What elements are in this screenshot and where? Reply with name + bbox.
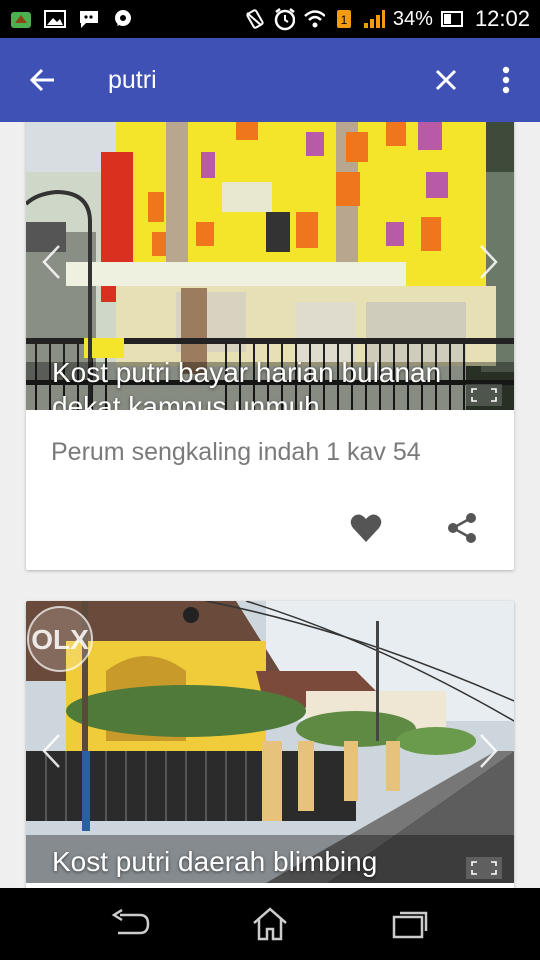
signal-icon <box>363 9 385 29</box>
close-icon <box>435 69 457 91</box>
listing-photo[interactable]: OLX Kost putri daerah blimbing <box>26 601 514 883</box>
chevron-right-icon <box>480 734 498 768</box>
alarm-icon <box>273 8 295 31</box>
recent-apps-icon <box>392 911 428 939</box>
listing-title-line-2: dekat kampus unmuh <box>52 391 320 410</box>
listing-title: Kost putri daerah blimbing <box>52 845 377 879</box>
listing-title-line-1: Kost putri bayar harian bulanan <box>52 357 442 388</box>
svg-text:1: 1 <box>341 13 348 27</box>
chevron-left-icon <box>42 245 60 279</box>
listing-actions <box>344 506 484 550</box>
previous-photo-button[interactable] <box>36 242 66 282</box>
olx-watermark: OLX <box>31 624 89 655</box>
listing-title: Kost putri bayar harian bulanan dekat ka… <box>52 356 441 410</box>
notification-icon <box>10 9 32 29</box>
mute-icon <box>243 9 265 29</box>
overflow-menu-button[interactable] <box>476 38 536 122</box>
chat-icon <box>112 9 134 29</box>
listing-card[interactable]: OLX Kost putri daerah blimbing <box>26 601 514 888</box>
navigation-bar <box>0 888 540 960</box>
favorite-button[interactable] <box>344 506 388 550</box>
listing-photo[interactable]: Kost putri bayar harian bulanan dekat ka… <box>26 122 514 410</box>
chevron-left-icon <box>42 734 60 768</box>
chevron-right-icon <box>480 245 498 279</box>
clear-search-button[interactable] <box>416 38 476 122</box>
back-icon <box>111 909 150 935</box>
more-vert-icon <box>502 66 510 94</box>
listing-address: Perum sengkaling indah 1 kav 54 <box>51 438 421 466</box>
share-icon <box>448 513 476 543</box>
next-photo-button[interactable] <box>474 731 504 771</box>
share-button[interactable] <box>440 506 484 550</box>
home-icon <box>253 907 287 941</box>
nav-back-button[interactable] <box>100 894 160 954</box>
bbm-icon <box>78 9 100 29</box>
arrow-left-icon <box>29 68 54 92</box>
search-input[interactable]: putri <box>108 66 416 95</box>
fullscreen-button[interactable] <box>466 384 502 406</box>
status-bar: 1 34% 12:02 <box>0 0 540 38</box>
nav-home-button[interactable] <box>240 894 300 954</box>
heart-icon <box>350 514 382 542</box>
clock: 12:02 <box>474 6 530 31</box>
battery-icon <box>440 9 463 29</box>
listing-feed[interactable]: Kost putri bayar harian bulanan dekat ka… <box>0 122 540 888</box>
nav-recent-apps-button[interactable] <box>380 894 440 954</box>
gallery-icon <box>44 9 66 29</box>
previous-photo-button[interactable] <box>36 731 66 771</box>
expand-icon <box>471 861 497 875</box>
next-photo-button[interactable] <box>474 242 504 282</box>
expand-icon <box>471 388 497 402</box>
battery-percent: 34% <box>392 7 433 30</box>
search-app-bar: putri <box>0 38 540 122</box>
wifi-icon <box>303 9 325 29</box>
fullscreen-button[interactable] <box>466 857 502 879</box>
listing-card[interactable]: Kost putri bayar harian bulanan dekat ka… <box>26 122 514 570</box>
listing-title-line-1: Kost putri daerah blimbing <box>52 846 378 877</box>
back-button[interactable] <box>0 38 84 122</box>
sim-icon: 1 <box>333 9 355 29</box>
